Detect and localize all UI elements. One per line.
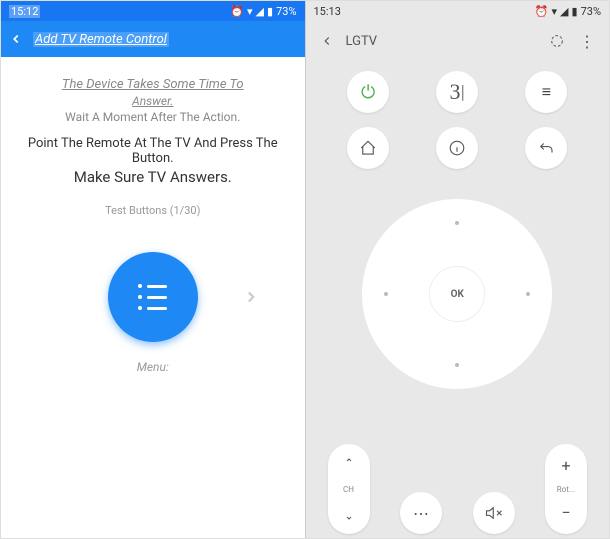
app-bar: LGTV ⋮ (306, 21, 610, 61)
dpad-left[interactable] (384, 292, 388, 296)
info-icon (448, 139, 466, 157)
battery-percent: 73% (581, 5, 601, 18)
instruction-line-4: Point The Remote At The TV And Press The… (11, 136, 295, 166)
wifi-icon: ▾ (247, 5, 253, 18)
alarm-icon: ⏰ (535, 5, 549, 18)
app-bar: Add TV Remote Control (1, 21, 305, 57)
direction-pad: OK (362, 199, 552, 389)
rotate-icon[interactable] (549, 33, 565, 49)
battery-icon: ▮ (267, 5, 273, 18)
menu-icon (138, 284, 167, 310)
home-button[interactable] (347, 127, 389, 169)
dpad-up[interactable] (455, 221, 459, 225)
ok-button[interactable]: OK (429, 266, 485, 322)
channel-down[interactable] (343, 514, 355, 522)
volume-down[interactable]: − (561, 503, 570, 522)
button-label: Menu: (11, 360, 295, 374)
battery-icon: ▮ (572, 5, 578, 18)
instruction-line-3: Wait A Moment After The Action. (11, 110, 295, 124)
menu-button[interactable]: ≡ (525, 71, 567, 113)
info-button[interactable] (436, 127, 478, 169)
status-icons: ⏰ ▾ ◢ ▮ 73% (535, 5, 601, 18)
test-button[interactable] (108, 252, 198, 342)
more-icon[interactable]: ⋮ (579, 32, 595, 51)
instruction-line-1: The Device Takes Some Time To (11, 77, 295, 92)
dots-icon: ⋯ (413, 504, 429, 523)
mute-button[interactable] (473, 492, 515, 534)
channel-up[interactable] (343, 456, 355, 464)
volume-label: Rot... (557, 485, 575, 494)
signal-icon: ◢ (256, 5, 264, 18)
mute-icon (485, 504, 503, 522)
back-icon[interactable] (9, 32, 23, 46)
test-counter: Test Buttons (1/30) (11, 204, 295, 217)
dpad-down[interactable] (455, 363, 459, 367)
status-time: 15:13 (314, 5, 341, 18)
power-button[interactable]: ⏻ (347, 71, 389, 113)
signal-icon: ◢ (560, 5, 568, 18)
next-icon[interactable] (242, 282, 260, 312)
alarm-icon: ⏰ (230, 5, 244, 18)
volume-rocker: + Rot... − (545, 444, 587, 534)
return-icon (537, 139, 555, 157)
dpad-right[interactable] (526, 292, 530, 296)
number-display-button[interactable]: 3| (436, 71, 478, 113)
more-button[interactable]: ⋯ (400, 492, 442, 534)
back-button[interactable] (525, 127, 567, 169)
back-icon[interactable] (320, 34, 334, 48)
status-icons: ⏰ ▾ ◢ ▮ 73% (230, 5, 296, 18)
status-time: 15:12 (9, 5, 40, 18)
app-bar-title: LGTV (346, 34, 550, 49)
channel-rocker: CH (328, 444, 370, 534)
instruction-line-2: Answer. (11, 94, 295, 108)
volume-up[interactable]: + (561, 456, 570, 475)
number-value: 3 (450, 79, 461, 105)
channel-label: CH (343, 485, 354, 494)
hamburger-icon: ≡ (542, 82, 551, 102)
power-icon: ⏻ (361, 82, 375, 103)
instruction-line-5: Make Sure TV Answers. (11, 168, 295, 186)
status-bar: 15:13 ⏰ ▾ ◢ ▮ 73% (306, 1, 610, 21)
status-bar: 15:12 ⏰ ▾ ◢ ▮ 73% (1, 1, 305, 21)
battery-percent: 73% (276, 5, 296, 18)
app-bar-title: Add TV Remote Control (33, 32, 169, 47)
home-icon (359, 139, 377, 157)
wifi-icon: ▾ (552, 5, 558, 18)
